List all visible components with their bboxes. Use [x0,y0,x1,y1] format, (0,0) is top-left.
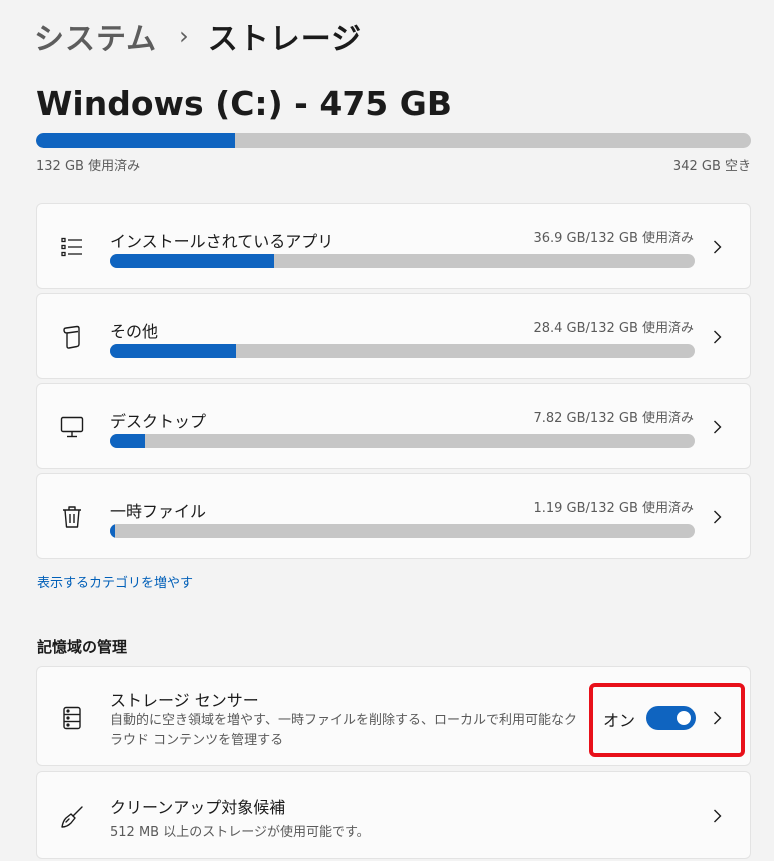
chevron-right-icon [710,711,724,725]
category-usage: 28.4 GB/132 GB 使用済み [533,321,694,336]
category-card-desktop[interactable]: デスクトップ 7.82 GB/132 GB 使用済み [36,383,751,469]
category-label: インストールされているアプリ [110,232,334,251]
toggle-knob [677,711,691,725]
drive-usage-bar-fill [36,133,235,148]
drive-title: Windows (C:) - 475 GB [36,84,452,123]
category-label: その他 [110,322,159,341]
category-usage-bar [110,254,695,268]
cleanup-description: 512 MB 以上のストレージが使用可能です。 [110,825,370,840]
broom-icon [59,804,85,830]
chevron-right-icon [710,330,724,344]
storage-management-heading: 記憶域の管理 [37,638,128,656]
desktop-icon [59,414,85,440]
storage-sense-toggle[interactable] [646,706,696,730]
show-more-categories-link[interactable]: 表示するカテゴリを増やす [37,572,193,591]
category-usage-bar [110,344,695,358]
apps-list-icon [59,234,85,260]
category-usage-bar [110,524,695,538]
category-usage: 1.19 GB/132 GB 使用済み [533,501,694,516]
category-card-other[interactable]: その他 28.4 GB/132 GB 使用済み [36,293,751,379]
chevron-right-icon [710,809,724,823]
category-usage-bar-fill [110,524,116,538]
chevron-right-icon [710,510,724,524]
storage-sense-label: ストレージ センサー [110,691,259,710]
storage-sense-card[interactable]: ストレージ センサー 自動的に空き領域を増やす、一時ファイルを削除する、ローカル… [36,666,751,766]
category-usage-bar-fill [110,344,236,358]
category-usage-bar [110,434,695,448]
chevron-right-icon [710,420,724,434]
category-usage: 7.82 GB/132 GB 使用済み [533,411,694,426]
cleanup-label: クリーンアップ対象候補 [110,798,286,817]
category-label: 一時ファイル [110,502,207,521]
breadcrumb-separator: › [179,22,190,50]
category-label: デスクトップ [110,412,207,431]
breadcrumb-parent[interactable]: システム [34,14,157,58]
category-usage-bar-fill [110,434,145,448]
cleanup-recommendations-card[interactable]: クリーンアップ対象候補 512 MB 以上のストレージが使用可能です。 [36,771,751,859]
drive-free-text: 342 GB 空き [672,159,751,174]
category-usage-bar-fill [110,254,274,268]
other-files-icon [59,324,85,350]
category-usage: 36.9 GB/132 GB 使用済み [533,231,694,246]
category-card-installed-apps[interactable]: インストールされているアプリ 36.9 GB/132 GB 使用済み [36,203,751,289]
chevron-right-icon [710,240,724,254]
drive-usage-bar [36,133,751,148]
trash-icon [59,504,85,530]
storage-sense-description: 自動的に空き領域を増やす、一時ファイルを削除する、ローカルで利用可能なクラウド … [110,713,577,748]
category-card-temp-files[interactable]: 一時ファイル 1.19 GB/132 GB 使用済み [36,473,751,559]
breadcrumb: システム › ストレージ [34,14,362,58]
storage-drive-icon [59,705,85,731]
drive-used-text: 132 GB 使用済み [36,159,141,174]
page-title: ストレージ [207,22,363,57]
storage-sense-toggle-state: オン [603,711,636,730]
